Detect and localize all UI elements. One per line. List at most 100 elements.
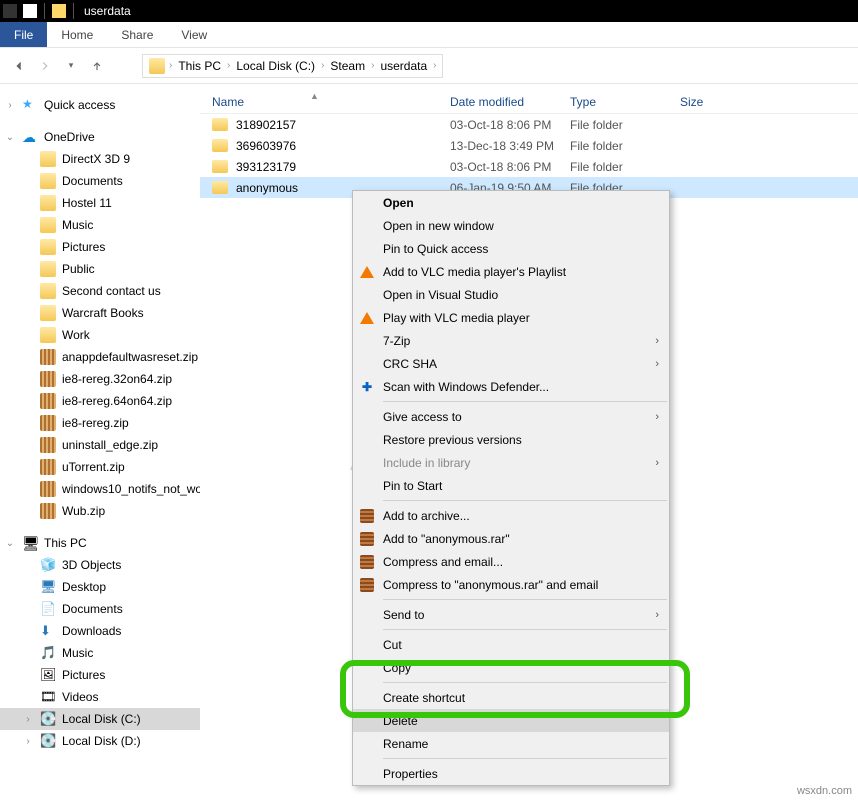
nav-tree[interactable]: ›Quick access ⌄OneDrive DirectX 3D 9 Docu… — [0, 84, 200, 801]
tree-label: windows10_notifs_not_wo — [62, 482, 200, 496]
ctx-label: Add to "anonymous.rar" — [383, 532, 510, 546]
ctx-restore-versions[interactable]: Restore previous versions — [353, 428, 669, 451]
tree-item[interactable]: Videos — [0, 686, 200, 708]
crumb-userdata[interactable]: userdata — [376, 59, 431, 73]
file-type: File folder — [570, 118, 680, 132]
file-name: 369603976 — [236, 139, 296, 153]
ctx-delete[interactable]: Delete — [353, 709, 669, 732]
up-button[interactable] — [86, 55, 108, 77]
tree-item[interactable]: anappdefaultwasreset.zip — [0, 346, 200, 368]
col-date[interactable]: Date modified — [450, 95, 570, 109]
file-row[interactable]: 36960397613-Dec-18 3:49 PMFile folder — [200, 135, 858, 156]
tree-item[interactable]: Desktop — [0, 576, 200, 598]
tree-this-pc[interactable]: ⌄This PC — [0, 532, 200, 554]
ribbon-file[interactable]: File — [0, 22, 47, 47]
tree-item[interactable]: Public — [0, 258, 200, 280]
tree-label: Wub.zip — [62, 504, 105, 518]
tree-label: uninstall_edge.zip — [62, 438, 158, 452]
rar-icon — [359, 531, 375, 547]
zip-icon — [40, 415, 56, 431]
tree-item[interactable]: DirectX 3D 9 — [0, 148, 200, 170]
ctx-create-shortcut[interactable]: Create shortcut — [353, 686, 669, 709]
ctx-scan-defender[interactable]: Scan with Windows Defender... — [353, 375, 669, 398]
folder-icon — [52, 4, 66, 18]
tree-item[interactable]: Work — [0, 324, 200, 346]
tree-label: ie8-rereg.32on64.zip — [62, 372, 172, 386]
ctx-vlc-play[interactable]: Play with VLC media player — [353, 306, 669, 329]
ctx-include-library[interactable]: Include in library› — [353, 451, 669, 474]
ctx-send-to[interactable]: Send to› — [353, 603, 669, 626]
tree-label: anappdefaultwasreset.zip — [62, 350, 198, 364]
ctx-add-archive[interactable]: Add to archive... — [353, 504, 669, 527]
tree-item[interactable]: Pictures — [0, 664, 200, 686]
ctx-7zip[interactable]: 7-Zip› — [353, 329, 669, 352]
ctx-crc-sha[interactable]: CRC SHA› — [353, 352, 669, 375]
crumb-c[interactable]: Local Disk (C:) — [232, 59, 319, 73]
ctx-label: CRC SHA — [383, 357, 437, 371]
folder-icon — [40, 239, 56, 255]
tree-label: ie8-rereg.64on64.zip — [62, 394, 172, 408]
window-title: userdata — [84, 4, 131, 18]
ctx-properties[interactable]: Properties — [353, 762, 669, 785]
col-name[interactable]: Name▲ — [200, 95, 450, 109]
ctx-open-new-window[interactable]: Open in new window — [353, 214, 669, 237]
tree-item[interactable]: Downloads — [0, 620, 200, 642]
drive-icon — [40, 711, 56, 727]
ctx-compress-email[interactable]: Compress and email... — [353, 550, 669, 573]
file-row[interactable]: 31890215703-Oct-18 8:06 PMFile folder — [200, 114, 858, 135]
back-button[interactable] — [8, 55, 30, 77]
col-size[interactable]: Size — [680, 95, 750, 109]
ctx-vlc-add[interactable]: Add to VLC media player's Playlist — [353, 260, 669, 283]
ribbon: File Home Share View — [0, 22, 858, 48]
zip-icon — [40, 349, 56, 365]
tree-label: Videos — [62, 690, 98, 704]
ctx-compress-anon-email[interactable]: Compress to "anonymous.rar" and email — [353, 573, 669, 596]
tree-item[interactable]: Warcraft Books — [0, 302, 200, 324]
tree-item[interactable]: 3D Objects — [0, 554, 200, 576]
tree-item[interactable]: windows10_notifs_not_wo — [0, 478, 200, 500]
ctx-pin-start[interactable]: Pin to Start — [353, 474, 669, 497]
address-bar[interactable]: › This PC› Local Disk (C:)› Steam› userd… — [142, 54, 443, 78]
tree-item[interactable]: ie8-rereg.zip — [0, 412, 200, 434]
tree-item[interactable]: ie8-rereg.32on64.zip — [0, 368, 200, 390]
tree-item[interactable]: uTorrent.zip — [0, 456, 200, 478]
crumb-thispc[interactable]: This PC — [174, 59, 225, 73]
ctx-rename[interactable]: Rename — [353, 732, 669, 755]
tree-item[interactable]: Hostel 11 — [0, 192, 200, 214]
folder-icon — [40, 283, 56, 299]
tree-item[interactable]: Pictures — [0, 236, 200, 258]
ribbon-view[interactable]: View — [167, 22, 221, 47]
ctx-add-anon-rar[interactable]: Add to "anonymous.rar" — [353, 527, 669, 550]
ctx-cut[interactable]: Cut — [353, 633, 669, 656]
tree-item[interactable]: Second contact us — [0, 280, 200, 302]
ctx-pin-quick-access[interactable]: Pin to Quick access — [353, 237, 669, 260]
file-name: 393123179 — [236, 160, 296, 174]
folder-icon — [40, 305, 56, 321]
tree-item[interactable]: uninstall_edge.zip — [0, 434, 200, 456]
forward-button[interactable] — [34, 55, 56, 77]
file-row[interactable]: 39312317903-Oct-18 8:06 PMFile folder — [200, 156, 858, 177]
ctx-open[interactable]: Open — [353, 191, 669, 214]
tree-item[interactable]: Documents — [0, 598, 200, 620]
tree-onedrive[interactable]: ⌄OneDrive — [0, 126, 200, 148]
tree-item[interactable]: ›Local Disk (C:) — [0, 708, 200, 730]
ctx-open-vs[interactable]: Open in Visual Studio — [353, 283, 669, 306]
tree-item[interactable]: Wub.zip — [0, 500, 200, 522]
tree-label: Documents — [62, 174, 123, 188]
tree-label: uTorrent.zip — [62, 460, 125, 474]
tree-item[interactable]: ie8-rereg.64on64.zip — [0, 390, 200, 412]
crumb-steam[interactable]: Steam — [326, 59, 369, 73]
tree-label: Second contact us — [62, 284, 161, 298]
ctx-give-access[interactable]: Give access to› — [353, 405, 669, 428]
ctx-copy[interactable]: Copy — [353, 656, 669, 679]
tree-quick-access[interactable]: ›Quick access — [0, 94, 200, 116]
tree-item[interactable]: ›Local Disk (D:) — [0, 730, 200, 752]
ribbon-share[interactable]: Share — [107, 22, 167, 47]
ribbon-home[interactable]: Home — [47, 22, 107, 47]
tree-item[interactable]: Music — [0, 642, 200, 664]
col-type[interactable]: Type — [570, 95, 680, 109]
drive-icon — [40, 601, 56, 617]
tree-item[interactable]: Documents — [0, 170, 200, 192]
tree-item[interactable]: Music — [0, 214, 200, 236]
recent-dropdown[interactable]: ▾ — [60, 55, 82, 77]
